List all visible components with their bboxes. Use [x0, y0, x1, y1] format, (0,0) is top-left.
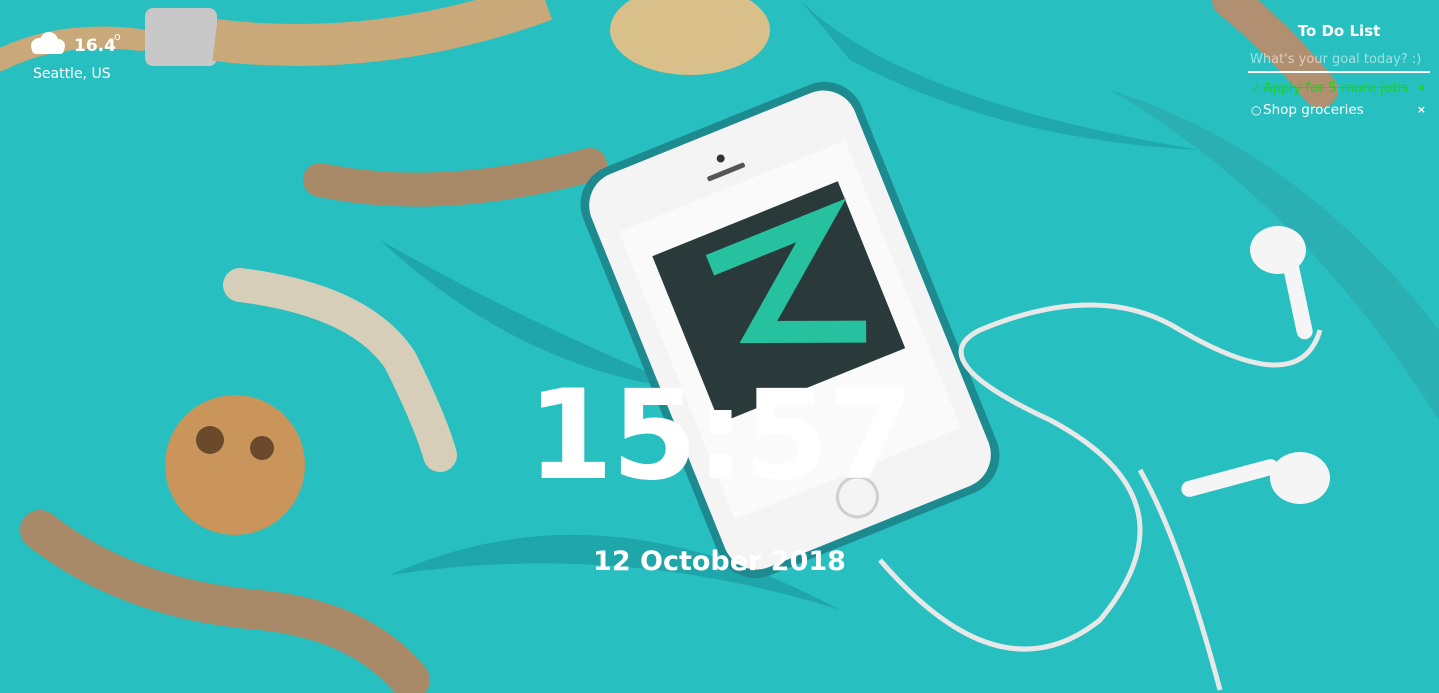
background-image — [0, 0, 1439, 693]
delete-icon[interactable]: × — [1417, 77, 1426, 99]
clock-time: 15:57 — [527, 364, 914, 508]
todo-list: ✓ Apply for 5 more jobs × ○ Shop groceries… — [1248, 77, 1430, 121]
weather-widget: 16.4 o Seattle, US — [26, 30, 146, 90]
cloud-icon — [26, 30, 70, 62]
todo-item[interactable]: ✓ Apply for 5 more jobs × — [1248, 77, 1430, 99]
circle-icon[interactable]: ○ — [1251, 99, 1263, 121]
todo-item[interactable]: ○ Shop groceries × — [1248, 99, 1430, 121]
todo-widget: To Do List ✓Apply for 5 more jobs × ○Sho… — [1248, 20, 1430, 121]
weather-location: Seattle, US — [33, 66, 111, 82]
date-display: 12 October 2018 — [593, 546, 846, 577]
todo-input[interactable] — [1248, 48, 1430, 73]
delete-icon[interactable]: × — [1417, 99, 1426, 121]
degree-symbol: o — [114, 30, 121, 43]
todo-item-text: Apply for 5 more jobs — [1263, 80, 1409, 96]
todo-item-text: Shop groceries — [1263, 102, 1364, 118]
checkmark-icon[interactable]: ✓ — [1251, 77, 1263, 99]
weather-temperature: 16.4 — [74, 36, 116, 56]
todo-title: To Do List — [1297, 22, 1381, 40]
